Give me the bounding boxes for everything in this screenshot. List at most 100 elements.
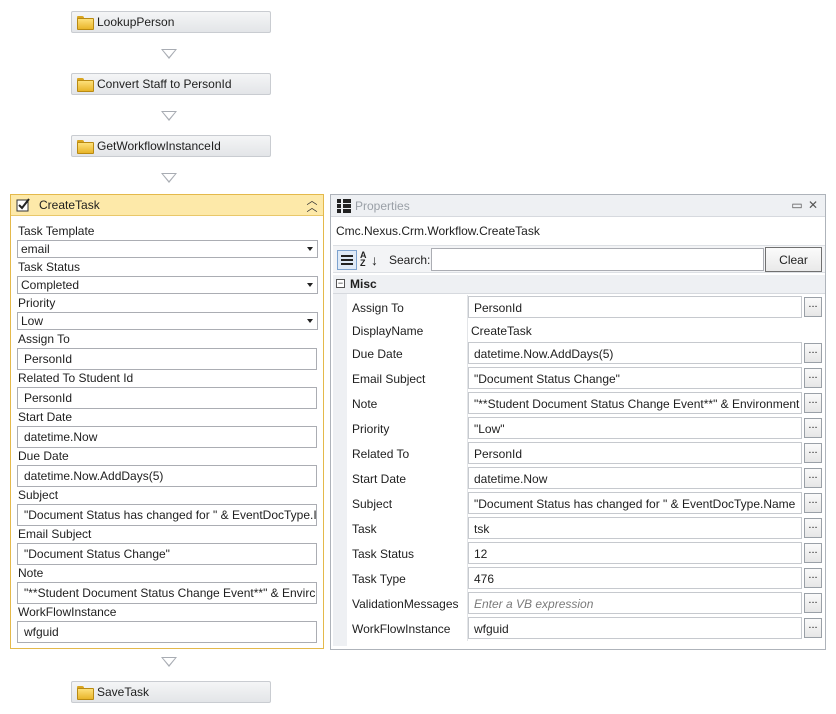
property-name: Task Status	[352, 547, 415, 561]
property-value-input[interactable]: "Document Status Change"	[468, 367, 802, 389]
activity-convert-staff[interactable]: Convert Staff to PersonId	[71, 73, 271, 95]
expression-editor-button[interactable]: ...	[804, 297, 822, 317]
flow-arrow-icon	[161, 49, 177, 59]
note-input[interactable]: "**Student Document Status Change Event*…	[17, 582, 317, 604]
folder-icon	[77, 686, 94, 700]
expression-editor-button[interactable]: ...	[804, 468, 822, 488]
properties-icon	[337, 198, 351, 213]
field-label-related-to-student-id: Related To Student Id	[18, 371, 134, 385]
property-value-input[interactable]: CreateTask	[468, 319, 802, 341]
property-value-input[interactable]: datetime.Now	[468, 467, 802, 489]
property-row-related-to: Related To PersonId ...	[347, 441, 825, 466]
expression-editor-button[interactable]: ...	[804, 418, 822, 438]
property-row-note: Note "**Student Document Status Change E…	[347, 391, 825, 416]
property-value-input[interactable]: Enter a VB expression	[468, 592, 802, 614]
related-to-student-id-input[interactable]: PersonId	[17, 387, 317, 409]
checklist-icon	[16, 198, 30, 212]
expression-editor-button[interactable]: ...	[804, 518, 822, 538]
dropdown-arrow-icon	[307, 247, 313, 251]
properties-titlebar[interactable]: Properties ▭ ✕	[331, 195, 825, 217]
categorized-view-icon[interactable]	[337, 250, 357, 270]
select-value: Completed	[21, 278, 80, 292]
flow-arrow-icon	[161, 173, 177, 183]
flow-arrow-icon	[161, 111, 177, 121]
createtask-title: CreateTask	[39, 198, 100, 212]
expression-editor-button[interactable]: ...	[804, 493, 822, 513]
folder-icon	[77, 78, 94, 92]
properties-title: Properties	[355, 198, 410, 213]
property-value-input[interactable]: "**Student Document Status Change Event*…	[468, 392, 802, 414]
expression-editor-button[interactable]: ...	[804, 368, 822, 388]
createtask-header[interactable]: CreateTask ︿ ︿	[11, 195, 323, 216]
start-date-input[interactable]: datetime.Now	[17, 426, 317, 448]
activity-label: SaveTask	[97, 685, 150, 699]
due-date-input[interactable]: datetime.Now.AddDays(5)	[17, 465, 317, 487]
property-row-workflowinstance: WorkFlowInstance wfguid ...	[347, 616, 825, 641]
workflowinstance-input[interactable]: wfguid	[17, 621, 317, 643]
subject-input[interactable]: "Document Status has changed for " & Eve…	[17, 504, 317, 526]
property-name: Note	[352, 397, 378, 411]
field-label-email-subject: Email Subject	[18, 527, 92, 541]
expression-editor-button[interactable]: ...	[804, 568, 822, 588]
category-misc[interactable]: − Misc	[333, 275, 825, 294]
folder-icon	[77, 140, 94, 154]
dropdown-arrow-icon	[307, 319, 313, 323]
activity-getworkflowinstanceid[interactable]: GetWorkflowInstanceId	[71, 135, 271, 157]
property-row-validationmessages: ValidationMessages Enter a VB expression…	[347, 591, 825, 616]
expression-editor-button[interactable]: ...	[804, 393, 822, 413]
maximize-icon[interactable]: ▭	[791, 198, 803, 212]
property-name: Related To	[352, 447, 410, 461]
expression-editor-button[interactable]: ...	[804, 543, 822, 563]
selected-type-name: Cmc.Nexus.Crm.Workflow.CreateTask	[336, 224, 540, 238]
property-name: Priority	[352, 422, 390, 436]
close-icon[interactable]: ✕	[807, 198, 819, 212]
property-gutter	[333, 294, 347, 646]
priority-select[interactable]: Low	[17, 312, 318, 330]
property-row-due-date: Due Date datetime.Now.AddDays(5) ...	[347, 341, 825, 366]
expression-editor-button[interactable]: ...	[804, 443, 822, 463]
task-template-select[interactable]: email	[17, 240, 318, 258]
email-subject-input[interactable]: "Document Status Change"	[17, 543, 317, 565]
flow-arrow-icon	[161, 657, 177, 667]
property-row-priority: Priority "Low" ...	[347, 416, 825, 441]
property-value-input[interactable]: tsk	[468, 517, 802, 539]
property-value-input[interactable]: datetime.Now.AddDays(5)	[468, 342, 802, 364]
activity-lookupperson[interactable]: LookupPerson	[71, 11, 271, 33]
sort-alphabetical-icon[interactable]: A Z ↓	[360, 251, 380, 269]
property-row-start-date: Start Date datetime.Now ...	[347, 466, 825, 491]
field-label-workflowinstance: WorkFlowInstance	[18, 605, 117, 619]
activity-label: LookupPerson	[97, 15, 175, 29]
expression-editor-button[interactable]: ...	[804, 343, 822, 363]
property-row-assign-to: Assign To PersonId ...	[347, 295, 825, 320]
property-value-input[interactable]: PersonId	[468, 442, 802, 464]
property-name: DisplayName	[352, 324, 424, 338]
activity-savetask[interactable]: SaveTask	[71, 681, 271, 703]
field-label-note: Note	[18, 566, 44, 580]
task-status-select[interactable]: Completed	[17, 276, 318, 294]
clear-button[interactable]: Clear	[765, 247, 822, 272]
property-value-input[interactable]: 12	[468, 542, 802, 564]
select-value: Low	[21, 314, 44, 328]
property-row-email-subject: Email Subject "Document Status Change" .…	[347, 366, 825, 391]
properties-toolbar: A Z ↓ Search: Clear	[333, 245, 825, 273]
property-value-input[interactable]: 476	[468, 567, 802, 589]
property-value-input[interactable]: wfguid	[468, 617, 802, 639]
createtask-activity[interactable]: CreateTask ︿ ︿ Task Template email Task S…	[10, 194, 324, 649]
property-row-task-status: Task Status 12 ...	[347, 541, 825, 566]
property-name: Task Type	[352, 572, 406, 586]
expression-editor-button[interactable]: ...	[804, 593, 822, 613]
property-name: Task	[352, 522, 377, 536]
expression-editor-button[interactable]: ...	[804, 618, 822, 638]
assign-to-input[interactable]: PersonId	[17, 348, 317, 370]
folder-icon	[77, 16, 94, 30]
property-name: ValidationMessages	[352, 597, 459, 611]
search-input[interactable]	[431, 248, 764, 271]
search-label: Search:	[389, 253, 431, 267]
property-value-input[interactable]: "Low"	[468, 417, 802, 439]
collapse-chevron-icon[interactable]: ︿ ︿	[306, 196, 318, 214]
property-name: Subject	[352, 497, 393, 511]
property-row-task: Task tsk ...	[347, 516, 825, 541]
collapse-minus-icon[interactable]: −	[336, 279, 345, 288]
property-value-input[interactable]: PersonId	[468, 296, 802, 318]
property-value-input[interactable]: "Document Status has changed for " & Eve…	[468, 492, 802, 514]
